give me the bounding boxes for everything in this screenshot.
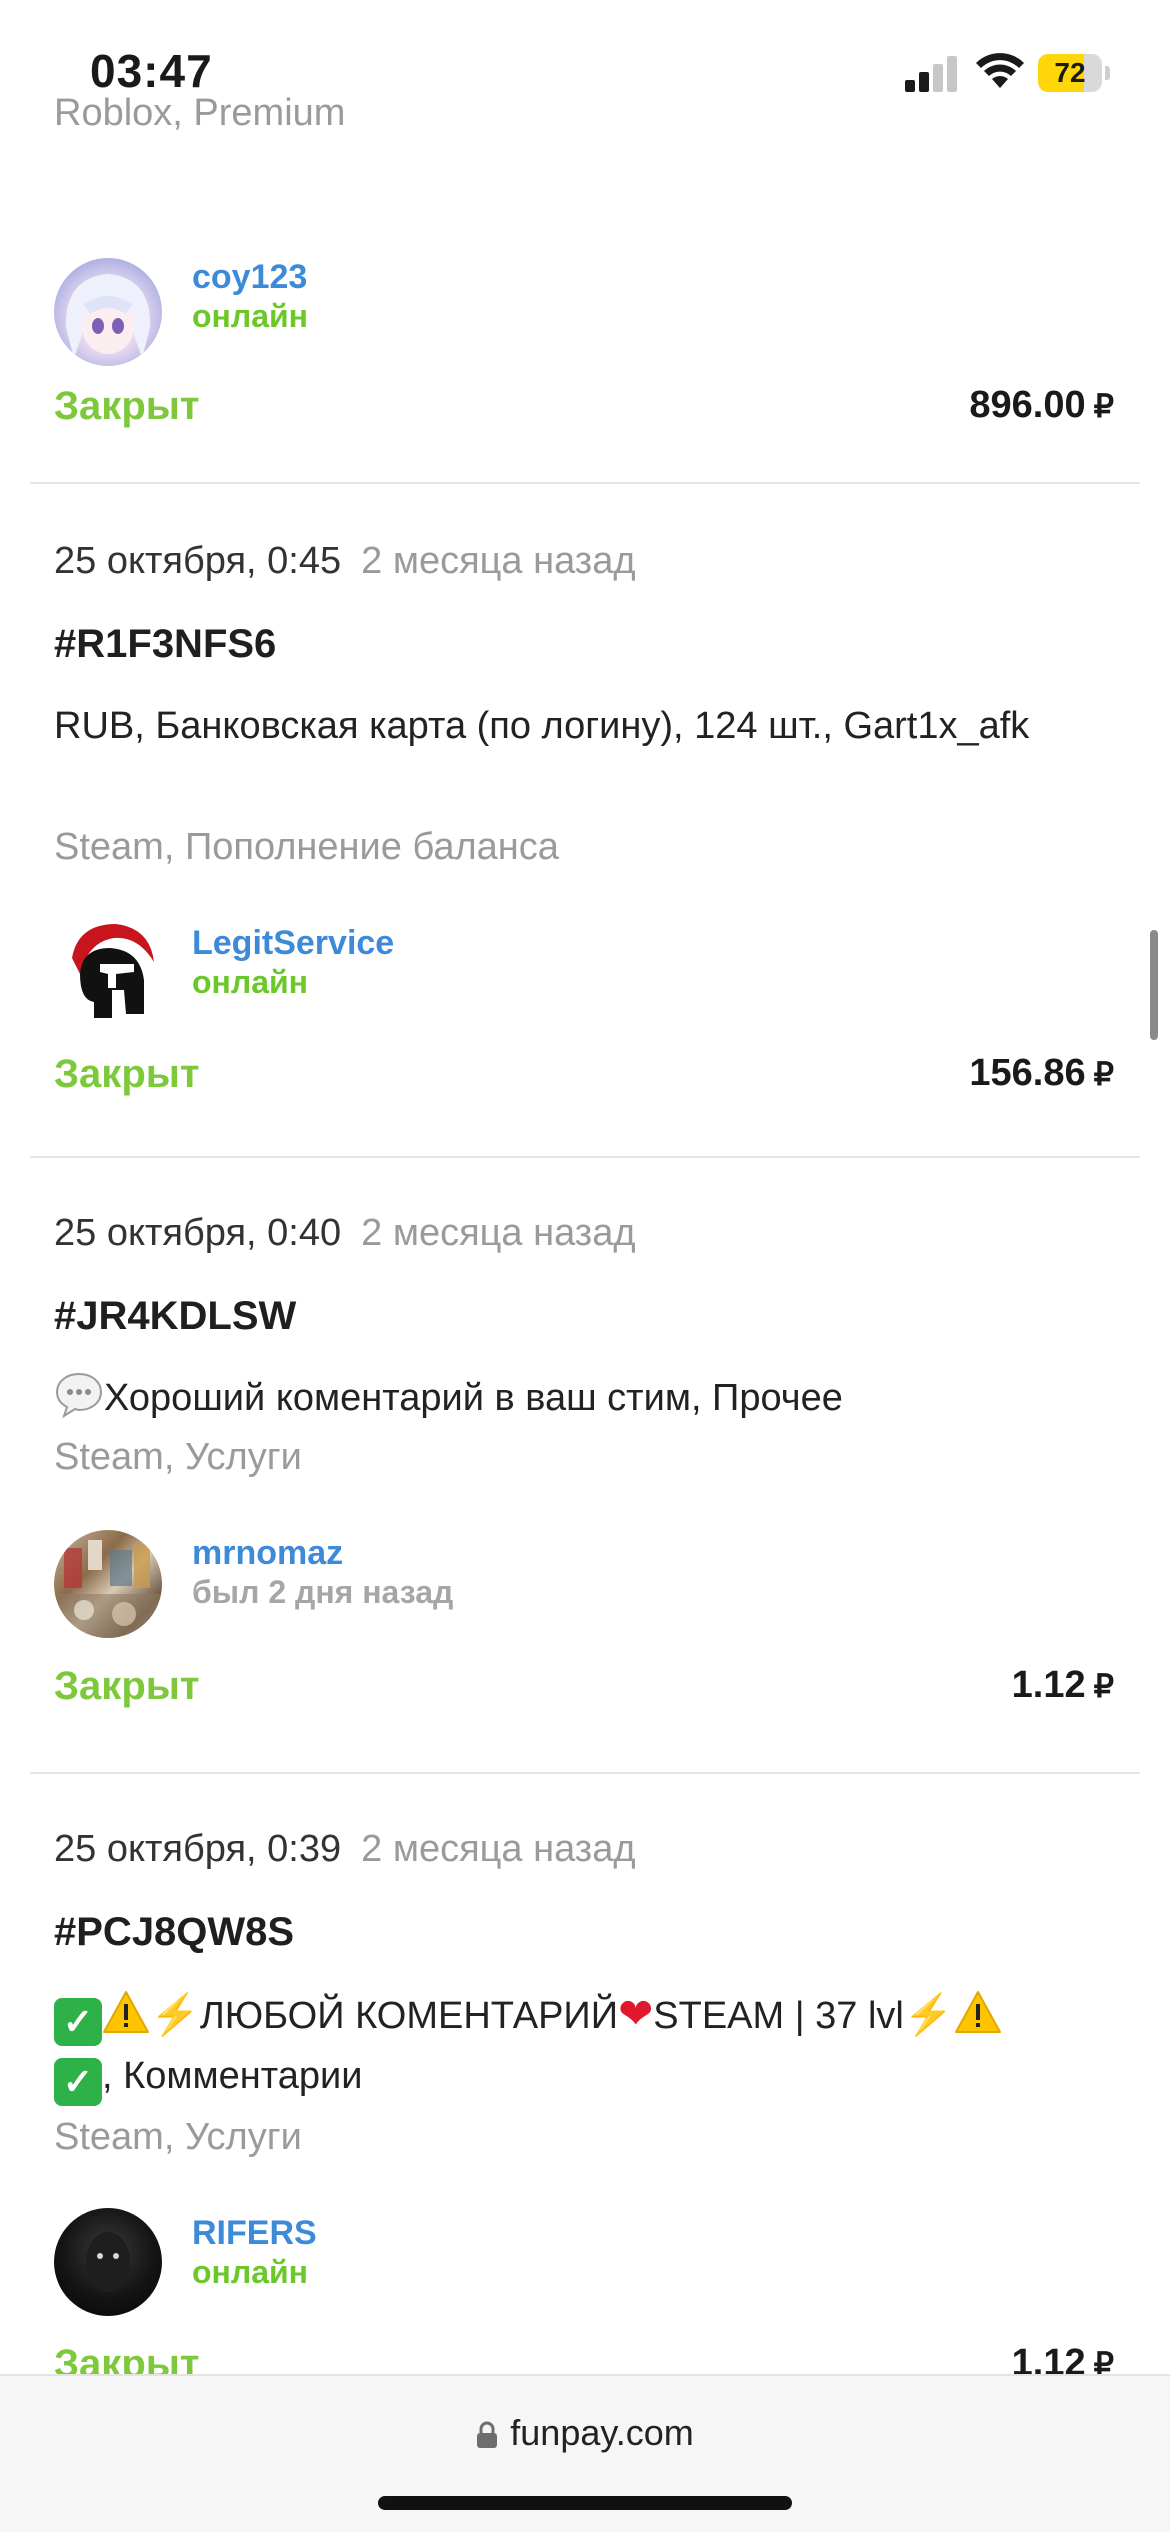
seller-name[interactable]: RIFERS [192, 2214, 317, 2253]
order-meta: 25 октября, 0:45 2 месяца назад [54, 540, 636, 583]
seller-status: онлайн [192, 964, 308, 1000]
speech-bubble-icon [55, 1372, 103, 1418]
order-description: ✓ ⚡ЛЮБОЙ КОМЕНТАРИЙ❤STEAM | 37 lvl⚡✓, Ком… [54, 1984, 1014, 2106]
seller-status: был 2 дня назад [192, 1574, 454, 1610]
order-description: RUB, Банковская карта (по логину), 124 ш… [54, 705, 1030, 747]
order-item[interactable]: Roblox, Premium coy123 онлайн Закрыт 896… [0, 0, 1170, 480]
seller-avatar[interactable] [54, 258, 162, 366]
seller-avatar[interactable] [54, 2208, 162, 2316]
check-icon: ✓ [54, 2058, 102, 2106]
url-text: funpay.com [510, 2412, 694, 2453]
lightning-icon: ⚡ [903, 1993, 954, 2037]
seller-avatar[interactable] [54, 1530, 162, 1638]
order-category: Steam, Пополнение баланса [54, 826, 559, 868]
warning-icon [954, 1991, 1001, 2033]
url-display[interactable]: funpay.com [0, 2412, 1170, 2454]
order-meta: 25 октября, 0:39 2 месяца назад [54, 1828, 636, 1871]
lock-icon [477, 2421, 498, 2448]
order-state: Закрыт [54, 384, 200, 428]
seller-avatar[interactable] [54, 918, 162, 1026]
order-date: 25 октября, 0:45 [54, 540, 342, 582]
order-item[interactable]: 25 октября, 0:45 2 месяца назад #R1F3NFS6… [0, 484, 1170, 1156]
order-price: 896.00 ₽ [969, 384, 1114, 426]
seller-name[interactable]: coy123 [192, 258, 307, 297]
order-id: #R1F3NFS6 [54, 622, 277, 666]
order-description: Хороший коментарий в ваш стим, Прочее [54, 1368, 1054, 1428]
page: 03:47 72 Roblox, Premium coy123 онлайн З… [0, 0, 1170, 2532]
check-icon: ✓ [54, 1998, 102, 2046]
order-date: 25 октября, 0:40 [54, 1212, 342, 1254]
scroll-indicator[interactable] [1150, 930, 1158, 1040]
seller-status: онлайн [192, 298, 308, 334]
order-ago: 2 месяца назад [361, 1828, 636, 1870]
order-item[interactable]: 25 октября, 0:40 2 месяца назад #JR4KDLSW… [0, 1158, 1170, 1772]
browser-address-bar[interactable]: funpay.com [0, 2374, 1170, 2532]
order-date: 25 октября, 0:39 [54, 1828, 342, 1870]
heart-icon: ❤ [618, 1990, 654, 2037]
order-category: Roblox, Premium [54, 92, 346, 134]
lightning-icon: ⚡ [150, 1993, 200, 2037]
seller-name[interactable]: mrnomaz [192, 1534, 343, 1573]
order-id: #JR4KDLSW [54, 1294, 297, 1338]
seller-name[interactable]: LegitService [192, 924, 394, 963]
order-ago: 2 месяца назад [361, 1212, 636, 1254]
order-ago: 2 месяца назад [361, 540, 636, 582]
order-state: Закрыт [54, 1664, 200, 1708]
order-state: Закрыт [54, 1052, 200, 1096]
order-price: 156.86 ₽ [969, 1052, 1114, 1094]
home-indicator[interactable] [378, 2496, 792, 2510]
order-item[interactable]: 25 октября, 0:39 2 месяца назад #PCJ8QW8S… [0, 1774, 1170, 2386]
order-id: #PCJ8QW8S [54, 1910, 295, 1954]
order-price: 1.12 ₽ [1011, 1664, 1114, 1706]
order-category: Steam, Услуги [54, 2116, 302, 2158]
warning-icon [103, 1991, 149, 2033]
seller-status: онлайн [192, 2254, 308, 2290]
order-category: Steam, Услуги [54, 1436, 302, 1478]
order-meta: 25 октября, 0:40 2 месяца назад [54, 1212, 636, 1255]
